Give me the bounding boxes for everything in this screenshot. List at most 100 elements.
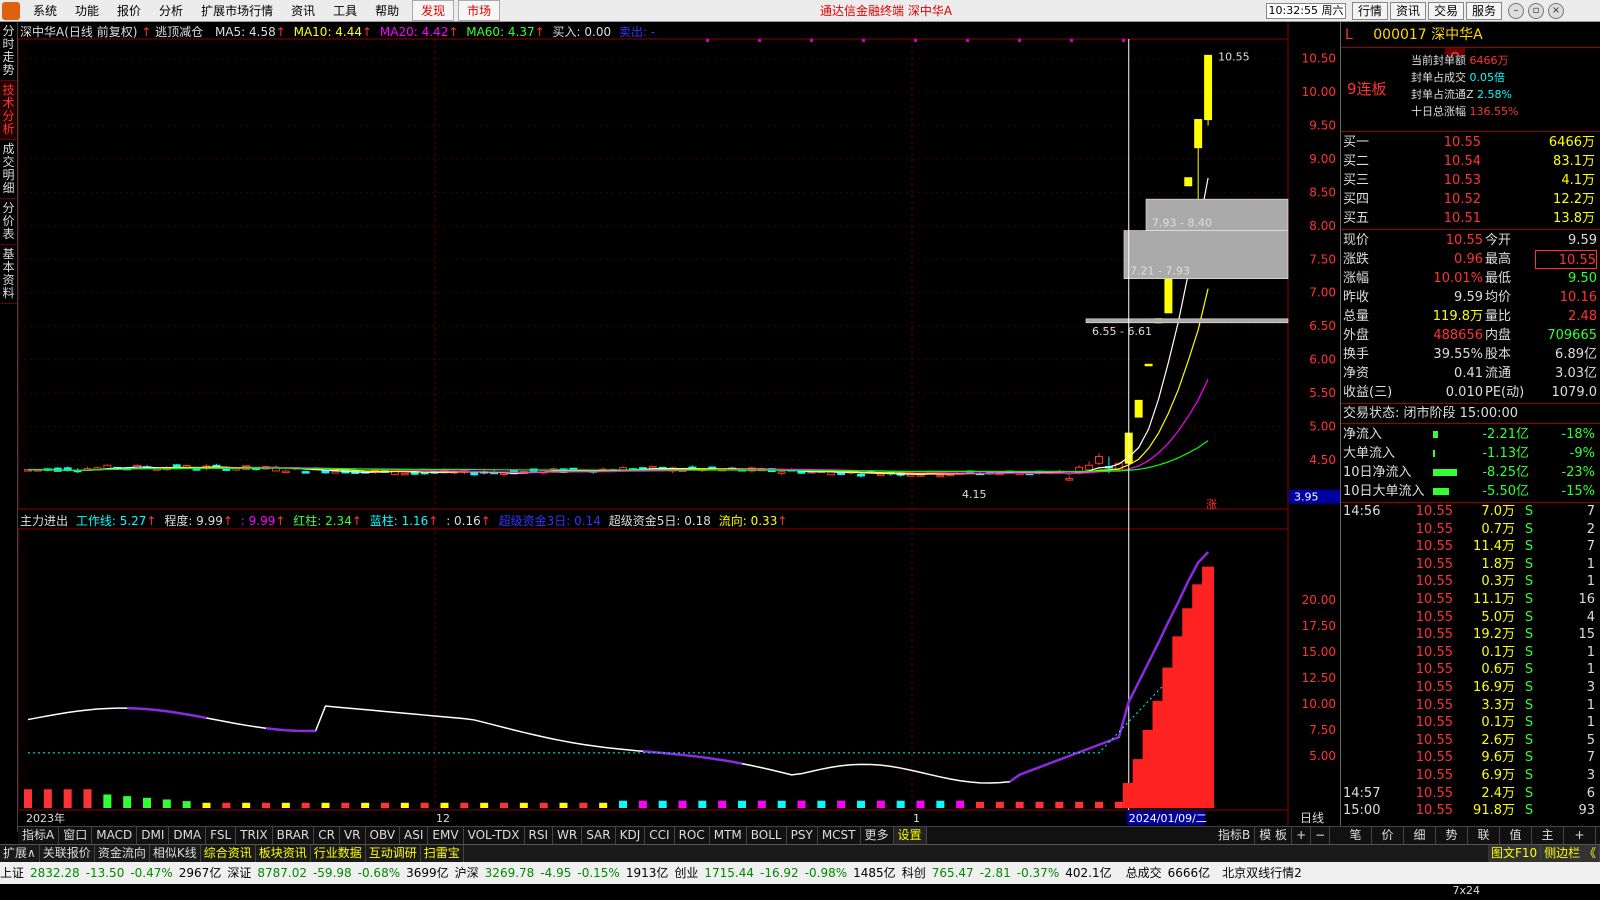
bid-row[interactable]: 买五 10.51 13.8万 [1341,209,1600,228]
menu-item[interactable]: 帮助 [366,2,408,19]
server-name[interactable]: 北京双线行情2 [1222,862,1302,884]
price-tick-label: 4.50 [1309,453,1336,467]
formula-name[interactable]: 逃顶减仓 [155,25,203,39]
restore-icon[interactable]: ▫ [1528,3,1544,19]
tick-n: 3 [1586,767,1595,783]
menu-item[interactable]: 系统 [24,2,66,19]
quote-button[interactable]: 行情 [1352,2,1388,20]
extension-tab[interactable]: 资金流向 [95,845,150,862]
bid-row[interactable]: 买一 10.55 6466万 [1341,133,1600,152]
buy-label: 买入: 0.00 [552,25,612,39]
side-tab-trades[interactable]: 成交明细 [0,140,17,199]
panel-tab[interactable]: 主 [1532,827,1564,844]
bid-volume: 83.1万 [1553,154,1595,169]
menu-item[interactable]: 功能 [66,2,108,19]
indicator-tab[interactable]: 指标A [18,827,60,844]
indicator-tab[interactable]: BRAR [273,827,315,844]
extension-tab[interactable]: 板块资讯 [256,845,311,862]
bid-price: 10.51 [1443,211,1481,226]
indicator-tab[interactable]: MTM [710,827,747,844]
indicator-tab[interactable]: CR [314,827,340,844]
menu-item[interactable]: 工具 [324,2,366,19]
bid-row[interactable]: 买四 10.52 12.2万 [1341,190,1600,209]
tick-n: 7 [1586,504,1595,519]
service-button[interactable]: 服务 [1466,2,1502,20]
panel-tab[interactable]: 势 [1436,827,1468,844]
indicator-tab[interactable]: WR [553,827,583,844]
menu-item[interactable]: 资讯 [282,2,324,19]
side-tab-price-table[interactable]: 分价表 [0,199,17,245]
indicator-tab[interactable]: TRIX [236,827,273,844]
bid-price: 10.55 [1443,135,1481,150]
candle-body [1194,119,1203,149]
indicator-tab[interactable]: VR [340,827,366,844]
tick-n: 1 [1586,644,1595,660]
indicator-tab[interactable]: MACD [92,827,138,844]
indicator-tab[interactable]: BOLL [747,827,787,844]
indicator-tab[interactable]: EMV [428,827,464,844]
close-icon[interactable]: × [1548,3,1564,19]
indicator-tab[interactable]: 更多 [861,827,894,844]
indicator-tab[interactable]: OBV [366,827,401,844]
panel-tab[interactable]: + [1564,827,1596,844]
tick-row: 10.55 11.1万 S 16 [1341,591,1600,609]
indicator-tab[interactable]: 设置 [893,827,927,844]
extension-tab[interactable]: 扫雷宝 [421,845,464,862]
panel-tab[interactable]: 笔 [1340,827,1372,844]
indicator-right-tab[interactable]: − [1311,827,1331,844]
indicator-tab[interactable]: 窗口 [59,827,93,844]
index-quote[interactable]: 沪深 3269.78 -4.95 -0.15% 1913亿 [455,862,675,884]
menu-item[interactable]: 报价 [108,2,150,19]
extension-tab[interactable]: 行业数据 [311,845,366,862]
side-tab-intraday[interactable]: 分时走势 [0,22,17,81]
indicator-tab[interactable]: RSI [525,827,554,844]
indicator-right-tab[interactable]: 指标B [1214,827,1256,844]
index-quote[interactable]: 深证 8787.02 -59.98 -0.68% 3699亿 [227,862,454,884]
flow-bar-fill [1433,431,1438,438]
extension-right-tab[interactable]: 侧边栏 《 [1541,845,1600,862]
quote-value: 10.16 [1559,290,1597,305]
trade-button[interactable]: 交易 [1428,2,1464,20]
indicator-tab[interactable]: ROC [675,827,710,844]
extension-tab[interactable]: 互动调研 [366,845,421,862]
work-line-up [1009,736,1120,783]
tab-discover[interactable]: 发现 [412,0,455,21]
news-button[interactable]: 资讯 [1390,2,1426,20]
menu-item[interactable]: 分析 [150,2,192,19]
indicator-right-tab[interactable]: 模 板 [1255,827,1293,844]
indicator-tab[interactable]: KDJ [616,827,646,844]
panel-tab[interactable]: 细 [1404,827,1436,844]
chart-area[interactable]: 10.50 10.00 9.50 9.00 8.50 8.00 7.50 7.00 6.50 6.… [18,22,1340,830]
extension-tab[interactable]: 关联报价 [40,845,95,862]
indicator-tab[interactable]: CCI [645,827,675,844]
indicator-tab[interactable]: VOL-TDX [464,827,525,844]
panel-tab[interactable]: 联 [1468,827,1500,844]
index-quote[interactable]: 上证 2832.28 -13.50 -0.47% 2967亿 [0,862,227,884]
index-quote[interactable]: 科创 765.47 -2.81 -0.37% 402.1亿 [902,862,1118,884]
indicator-tab[interactable]: ASI [400,827,429,844]
tick-list[interactable]: 14:56 10.55 7.0万 S 7 10.55 0.7万 S 2 10.55 11.4万 S 7 1… [1341,503,1600,820]
sub-indicator-name[interactable]: 主力进出 [20,514,68,528]
indicator-tab[interactable]: MCST [818,827,861,844]
minimize-icon[interactable]: – [1508,3,1524,19]
extension-right-tab[interactable]: 图文F10 [1487,845,1542,862]
extension-tab[interactable]: 相似K线 [150,845,201,862]
indicator-tab[interactable]: PSY [787,827,818,844]
panel-tab[interactable]: 值 [1500,827,1532,844]
indicator-tab[interactable]: FSL [206,827,237,844]
chart-svg[interactable]: 10.50 10.00 9.50 9.00 8.50 8.00 7.50 7.00 6.50 6.… [18,22,1340,830]
indicator-tab[interactable]: SAR [582,827,616,844]
panel-tab[interactable]: 价 [1372,827,1404,844]
side-tab-fundamentals[interactable]: 基本资料 [0,245,17,304]
menu-item[interactable]: 扩展市场行情 [192,2,282,19]
side-tab-technical[interactable]: 技术分析 [0,81,17,140]
extension-tab[interactable]: 综合资讯 [201,845,256,862]
index-quote[interactable]: 创业 1715.44 -16.92 -0.98% 1485亿 [674,862,901,884]
indicator-right-tab[interactable]: + [1292,827,1312,844]
indicator-tab[interactable]: DMA [169,827,207,844]
bid-row[interactable]: 买二 10.54 83.1万 [1341,152,1600,171]
tab-market[interactable]: 市场 [458,0,501,21]
indicator-tab[interactable]: DMI [137,827,170,844]
bid-row[interactable]: 买三 10.53 4.1万 [1341,171,1600,190]
extension-tab[interactable]: 扩展∧ [0,845,40,862]
